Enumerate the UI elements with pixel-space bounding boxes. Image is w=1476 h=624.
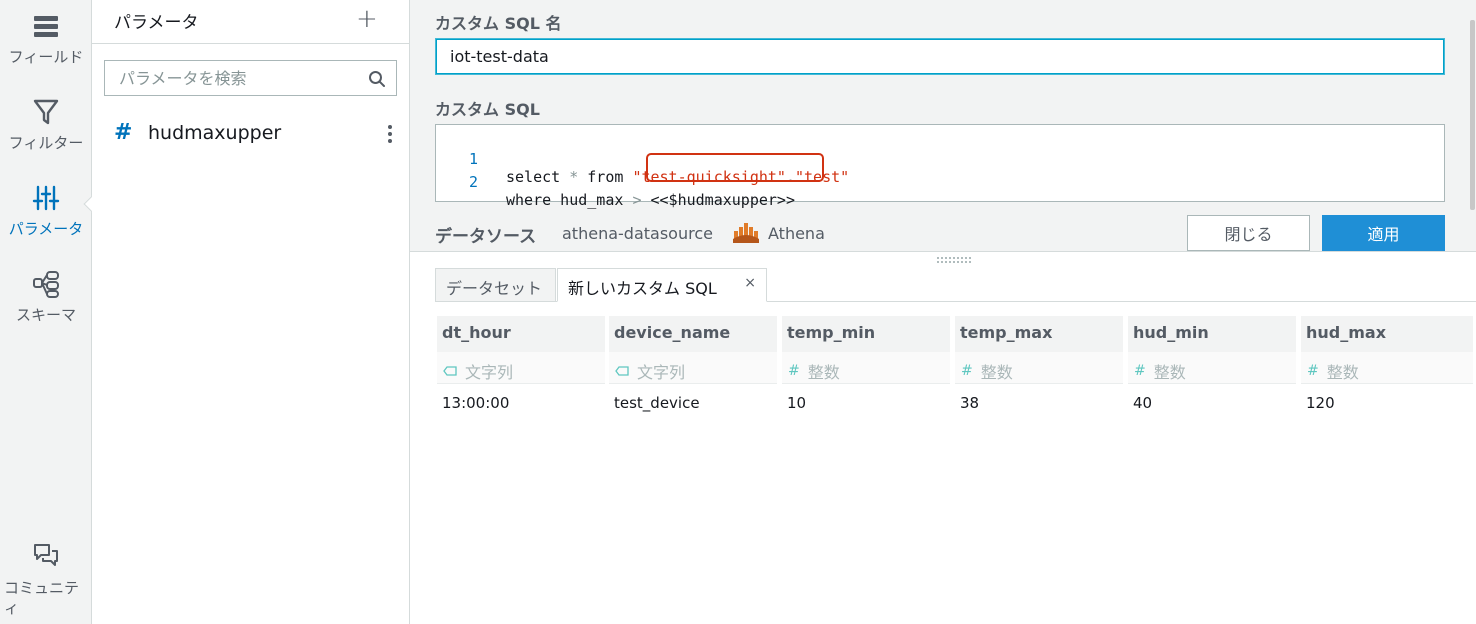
column-type: 文字列 xyxy=(609,352,777,384)
rail-label-community: コミュニティ xyxy=(4,579,80,617)
parameter-search xyxy=(104,60,397,96)
hash-icon: # xyxy=(1134,362,1146,379)
column-type: # 整数 xyxy=(782,352,950,384)
parameter-header: パラメータ + xyxy=(92,0,409,44)
tab-dataset[interactable]: データセット xyxy=(435,268,556,302)
parameter-name: hudmaxupper xyxy=(148,122,282,144)
sql-label: カスタム SQL xyxy=(435,100,540,119)
fields-icon xyxy=(34,16,58,37)
table-column: dt_hour 文字列 13:00:00 xyxy=(437,316,605,426)
parameter-panel: パラメータ + # hudmaxupper xyxy=(92,0,410,624)
column-header[interactable]: temp_min xyxy=(782,316,950,352)
column-type-label: 整数 xyxy=(980,362,1013,382)
tab-new-custom-sql[interactable]: 新しいカスタム SQL × xyxy=(557,268,767,302)
table-cell: 120 xyxy=(1306,394,1335,412)
scrollbar[interactable] xyxy=(1470,20,1475,210)
sql-name-field xyxy=(435,38,1445,75)
table-cell: 13:00:00 xyxy=(442,394,510,412)
column-type-label: 文字列 xyxy=(637,362,686,382)
table-column: device_name 文字列 test_device xyxy=(609,316,777,426)
column-type: # 整数 xyxy=(955,352,1123,384)
column-type-label: 整数 xyxy=(1153,362,1186,382)
code-token: > xyxy=(632,191,651,209)
column-type-label: 整数 xyxy=(1326,362,1359,382)
column-type-label: 文字列 xyxy=(465,362,514,382)
rail-item-fields[interactable]: フィールド xyxy=(0,14,92,67)
column-header[interactable]: dt_hour xyxy=(437,316,605,352)
sql-editor-area: カスタム SQL 名 カスタム SQL 1 select * from "tes… xyxy=(410,0,1476,252)
sql-name-label: カスタム SQL 名 xyxy=(435,14,562,33)
column-type: 文字列 xyxy=(437,352,605,384)
hash-icon: # xyxy=(788,362,800,379)
table-column: hud_max # 整数 120 xyxy=(1301,316,1473,426)
line-number: 2 xyxy=(468,173,478,191)
tab-label: データセット xyxy=(446,279,543,298)
table-cell: 38 xyxy=(960,394,980,412)
more-options-icon[interactable] xyxy=(387,124,393,144)
hash-icon: # xyxy=(114,120,133,145)
column-header[interactable]: device_name xyxy=(609,316,777,352)
plus-icon[interactable]: + xyxy=(356,6,378,32)
main-area: カスタム SQL 名 カスタム SQL 1 select * from "tes… xyxy=(410,0,1476,624)
tag-icon xyxy=(615,365,629,376)
table-cell: 10 xyxy=(787,394,807,412)
sliders-icon xyxy=(32,185,60,211)
athena-icon xyxy=(733,223,759,243)
datasource-name: athena-datasource xyxy=(562,224,713,243)
code-line: 1 select * from "test-quicksight"."test" xyxy=(436,132,1444,186)
tab-bar: データセット 新しいカスタム SQL × xyxy=(435,268,1476,302)
parameter-search-input[interactable] xyxy=(105,61,355,95)
datasource-engine: Athena xyxy=(768,224,825,243)
rail-label-filter: フィルター xyxy=(8,134,84,152)
parameter-reference: <<$hudmaxupper>> xyxy=(650,191,796,209)
tab-label: 新しいカスタム SQL xyxy=(568,279,717,298)
tag-icon xyxy=(443,365,457,376)
rail-label-schema: スキーマ xyxy=(15,306,76,324)
rail-item-schema[interactable]: スキーマ xyxy=(0,270,92,325)
column-type: # 整数 xyxy=(1128,352,1296,384)
parameter-title: パラメータ xyxy=(114,13,199,33)
rail-item-parameters[interactable]: パラメータ xyxy=(0,184,92,239)
column-header[interactable]: hud_min xyxy=(1128,316,1296,352)
rail-label-fields: フィールド xyxy=(8,48,84,66)
code-text: where hud_max > <<$hudmaxupper>> xyxy=(506,191,795,209)
schema-icon xyxy=(33,271,59,298)
parameter-item[interactable]: # hudmaxupper xyxy=(114,120,399,150)
table-column: temp_min # 整数 10 xyxy=(782,316,950,426)
column-header[interactable]: hud_max xyxy=(1301,316,1473,352)
column-header[interactable]: temp_max xyxy=(955,316,1123,352)
chat-icon xyxy=(34,544,58,566)
table-cell: 40 xyxy=(1133,394,1153,412)
rail-item-community[interactable] xyxy=(0,542,92,570)
close-button[interactable]: 閉じる xyxy=(1187,215,1310,251)
filter-icon xyxy=(33,99,59,125)
close-icon[interactable]: × xyxy=(744,275,756,291)
table-cell: test_device xyxy=(614,394,700,412)
column-type-label: 整数 xyxy=(807,362,840,382)
table-column: temp_max # 整数 38 xyxy=(955,316,1123,426)
apply-button[interactable]: 適用 xyxy=(1322,215,1445,251)
table-column: hud_min # 整数 40 xyxy=(1128,316,1296,426)
sql-code-editor[interactable]: 1 select * from "test-quicksight"."test"… xyxy=(435,124,1445,209)
highlight-box xyxy=(646,153,824,182)
code-token: where hud_max xyxy=(506,191,633,209)
rail-label-parameters: パラメータ xyxy=(8,220,84,238)
search-icon[interactable] xyxy=(368,70,386,88)
code-line: 2 where hud_max > <<$hudmaxupper>> xyxy=(436,155,1444,209)
column-type: # 整数 xyxy=(1301,352,1473,384)
sql-name-input[interactable] xyxy=(436,39,1444,74)
rail-item-filter[interactable]: フィルター xyxy=(0,98,92,153)
left-rail: フィールド フィルター パラメータ スキーマ コミュニティ xyxy=(0,0,101,624)
resize-handle[interactable] xyxy=(936,256,972,264)
hash-icon: # xyxy=(1307,362,1319,379)
datasource-label: データソース xyxy=(435,227,537,247)
hash-icon: # xyxy=(961,362,973,379)
